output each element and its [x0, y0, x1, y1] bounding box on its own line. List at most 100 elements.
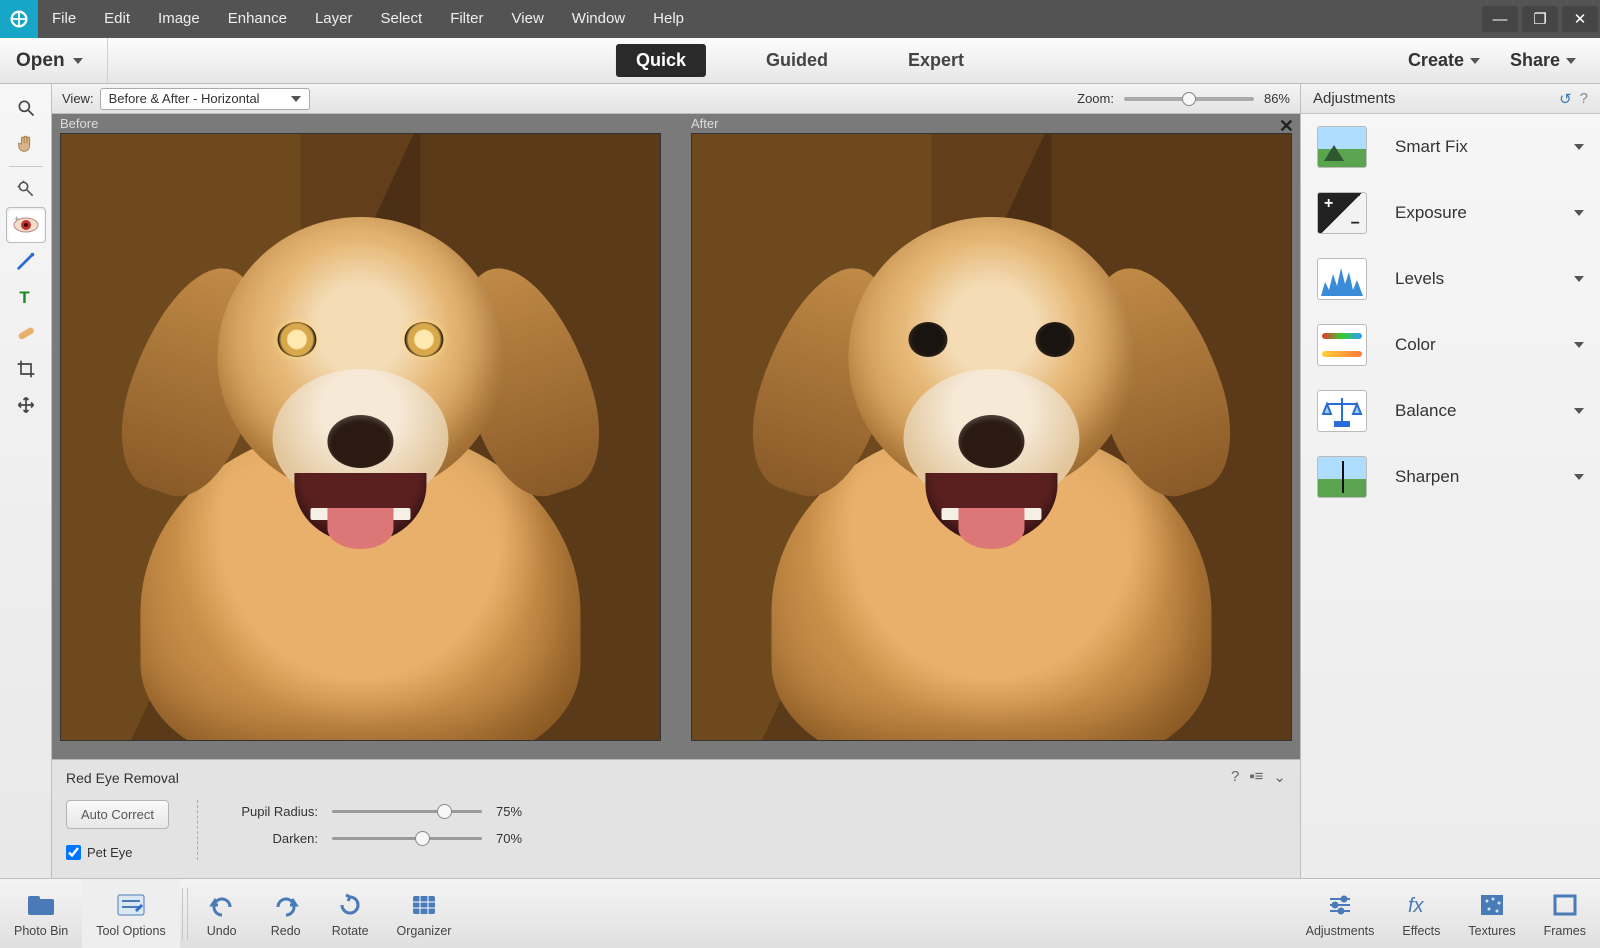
- bottombar-label: Organizer: [397, 924, 452, 938]
- type-tool[interactable]: T: [6, 279, 46, 315]
- bottombar-label: Rotate: [332, 924, 369, 938]
- chevron-down-icon: [1574, 474, 1584, 480]
- create-label: Create: [1408, 50, 1464, 71]
- menu-help[interactable]: Help: [639, 0, 698, 38]
- slider-track[interactable]: [332, 810, 482, 813]
- adjustment-label: Smart Fix: [1395, 137, 1468, 157]
- canvas-area: ✕ Before After: [52, 114, 1300, 759]
- bottombar-textures[interactable]: Textures: [1454, 890, 1529, 938]
- after-image[interactable]: [691, 133, 1292, 741]
- rotate-icon: [332, 890, 368, 920]
- maximize-button[interactable]: ❐: [1522, 6, 1558, 32]
- bottombar-organizer[interactable]: Organizer: [383, 879, 466, 948]
- redo-icon: [268, 890, 304, 920]
- whiten-teeth-tool[interactable]: [6, 243, 46, 279]
- adjustments-panel: Adjustments ↺ ? Smart FixExposureLevelsC…: [1300, 84, 1600, 878]
- before-label: Before: [52, 114, 669, 133]
- create-button[interactable]: Create: [1408, 50, 1480, 71]
- workspace: View: Before & After - Horizontal Zoom: …: [52, 84, 1300, 878]
- bottombar-label: Frames: [1544, 924, 1586, 938]
- slider-track[interactable]: [332, 837, 482, 840]
- slider-value: 70%: [496, 831, 522, 846]
- folder-icon: [23, 890, 59, 920]
- close-button[interactable]: ✕: [1562, 6, 1598, 32]
- magnifier-icon: [16, 98, 36, 118]
- adjustment-label: Exposure: [1395, 203, 1467, 223]
- bottombar-label: Tool Options: [96, 924, 165, 938]
- share-button[interactable]: Share: [1510, 50, 1576, 71]
- open-button[interactable]: Open: [0, 38, 108, 83]
- view-dropdown[interactable]: Before & After - Horizontal: [100, 88, 310, 110]
- pet-eye-label: Pet Eye: [87, 845, 133, 860]
- menu-window[interactable]: Window: [558, 0, 639, 38]
- panel-menu-icon[interactable]: ▪≡: [1249, 768, 1263, 786]
- bottombar-label: Effects: [1402, 924, 1440, 938]
- menu-layer[interactable]: Layer: [301, 0, 367, 38]
- bottombar-redo[interactable]: Redo: [254, 879, 318, 948]
- view-label: View:: [62, 91, 94, 106]
- chevron-down-icon: [1574, 276, 1584, 282]
- slider-pupil-radius-: Pupil Radius:75%: [228, 804, 522, 819]
- bottombar-effects[interactable]: fxEffects: [1388, 890, 1454, 938]
- menu-file[interactable]: File: [38, 0, 90, 38]
- menu-edit[interactable]: Edit: [90, 0, 144, 38]
- bottombar-undo[interactable]: Undo: [190, 879, 254, 948]
- adjustment-color[interactable]: Color: [1301, 312, 1600, 378]
- mode-tab-guided[interactable]: Guided: [746, 44, 848, 77]
- app-logo: [0, 0, 38, 38]
- before-image[interactable]: [60, 133, 661, 741]
- chevron-down-icon: [1574, 144, 1584, 150]
- hand-icon: [15, 133, 37, 155]
- bottombar-tool-options[interactable]: Tool Options: [82, 879, 179, 948]
- redeye-tool[interactable]: +: [6, 207, 46, 243]
- adjustment-exposure[interactable]: Exposure: [1301, 180, 1600, 246]
- adjustment-balance[interactable]: Balance: [1301, 378, 1600, 444]
- spot-heal-tool[interactable]: [6, 315, 46, 351]
- bottombar-label: Redo: [271, 924, 301, 938]
- mode-tab-quick[interactable]: Quick: [616, 44, 706, 77]
- bottombar-label: Adjustments: [1306, 924, 1375, 938]
- auto-correct-button[interactable]: Auto Correct: [66, 800, 169, 829]
- help-icon[interactable]: ?: [1580, 90, 1588, 108]
- menubar: FileEditImageEnhanceLayerSelectFilterVie…: [0, 0, 1600, 38]
- menu-select[interactable]: Select: [366, 0, 436, 38]
- zoom-label: Zoom:: [1077, 91, 1114, 106]
- hand-tool[interactable]: [6, 126, 46, 162]
- text-icon: T: [16, 287, 36, 307]
- adjustment-label: Color: [1395, 335, 1436, 355]
- bottombar-rotate[interactable]: Rotate: [318, 879, 383, 948]
- zoom-tool[interactable]: [6, 90, 46, 126]
- slider-label: Darken:: [228, 831, 318, 846]
- menu-image[interactable]: Image: [144, 0, 214, 38]
- quick-select-tool[interactable]: [6, 171, 46, 207]
- reset-icon[interactable]: ↺: [1559, 90, 1572, 108]
- bottombar-adjustments[interactable]: Adjustments: [1292, 890, 1389, 938]
- view-dropdown-value: Before & After - Horizontal: [109, 91, 260, 106]
- bottombar-photo-bin[interactable]: Photo Bin: [0, 879, 82, 948]
- after-label: After: [683, 114, 1300, 133]
- pet-eye-checkbox[interactable]: Pet Eye: [66, 845, 169, 860]
- help-icon[interactable]: ?: [1231, 768, 1239, 786]
- adjustment-label: Levels: [1395, 269, 1444, 289]
- adjustment-levels[interactable]: Levels: [1301, 246, 1600, 312]
- zoom-slider[interactable]: [1124, 97, 1254, 101]
- redeye-icon: +: [13, 216, 39, 234]
- bottombar-frames[interactable]: Frames: [1530, 890, 1600, 938]
- mode-tab-expert[interactable]: Expert: [888, 44, 984, 77]
- share-label: Share: [1510, 50, 1560, 71]
- adjustment-label: Balance: [1395, 401, 1456, 421]
- menu-enhance[interactable]: Enhance: [214, 0, 301, 38]
- collapse-icon[interactable]: ⌄: [1273, 768, 1286, 786]
- slider-value: 75%: [496, 804, 522, 819]
- adjustment-sharpen[interactable]: Sharpen: [1301, 444, 1600, 510]
- crop-tool[interactable]: [6, 351, 46, 387]
- svg-text:T: T: [19, 288, 29, 307]
- bottom-bar: Photo Bin Tool Options Undo Redo Rotate Organ…: [0, 878, 1600, 948]
- menu-filter[interactable]: Filter: [436, 0, 497, 38]
- minimize-button[interactable]: —: [1482, 6, 1518, 32]
- view-bar: View: Before & After - Horizontal Zoom: …: [52, 84, 1300, 114]
- adjustment-smart-fix[interactable]: Smart Fix: [1301, 114, 1600, 180]
- tool-options-title: Red Eye Removal: [66, 770, 1286, 786]
- menu-view[interactable]: View: [498, 0, 558, 38]
- move-tool[interactable]: [6, 387, 46, 423]
